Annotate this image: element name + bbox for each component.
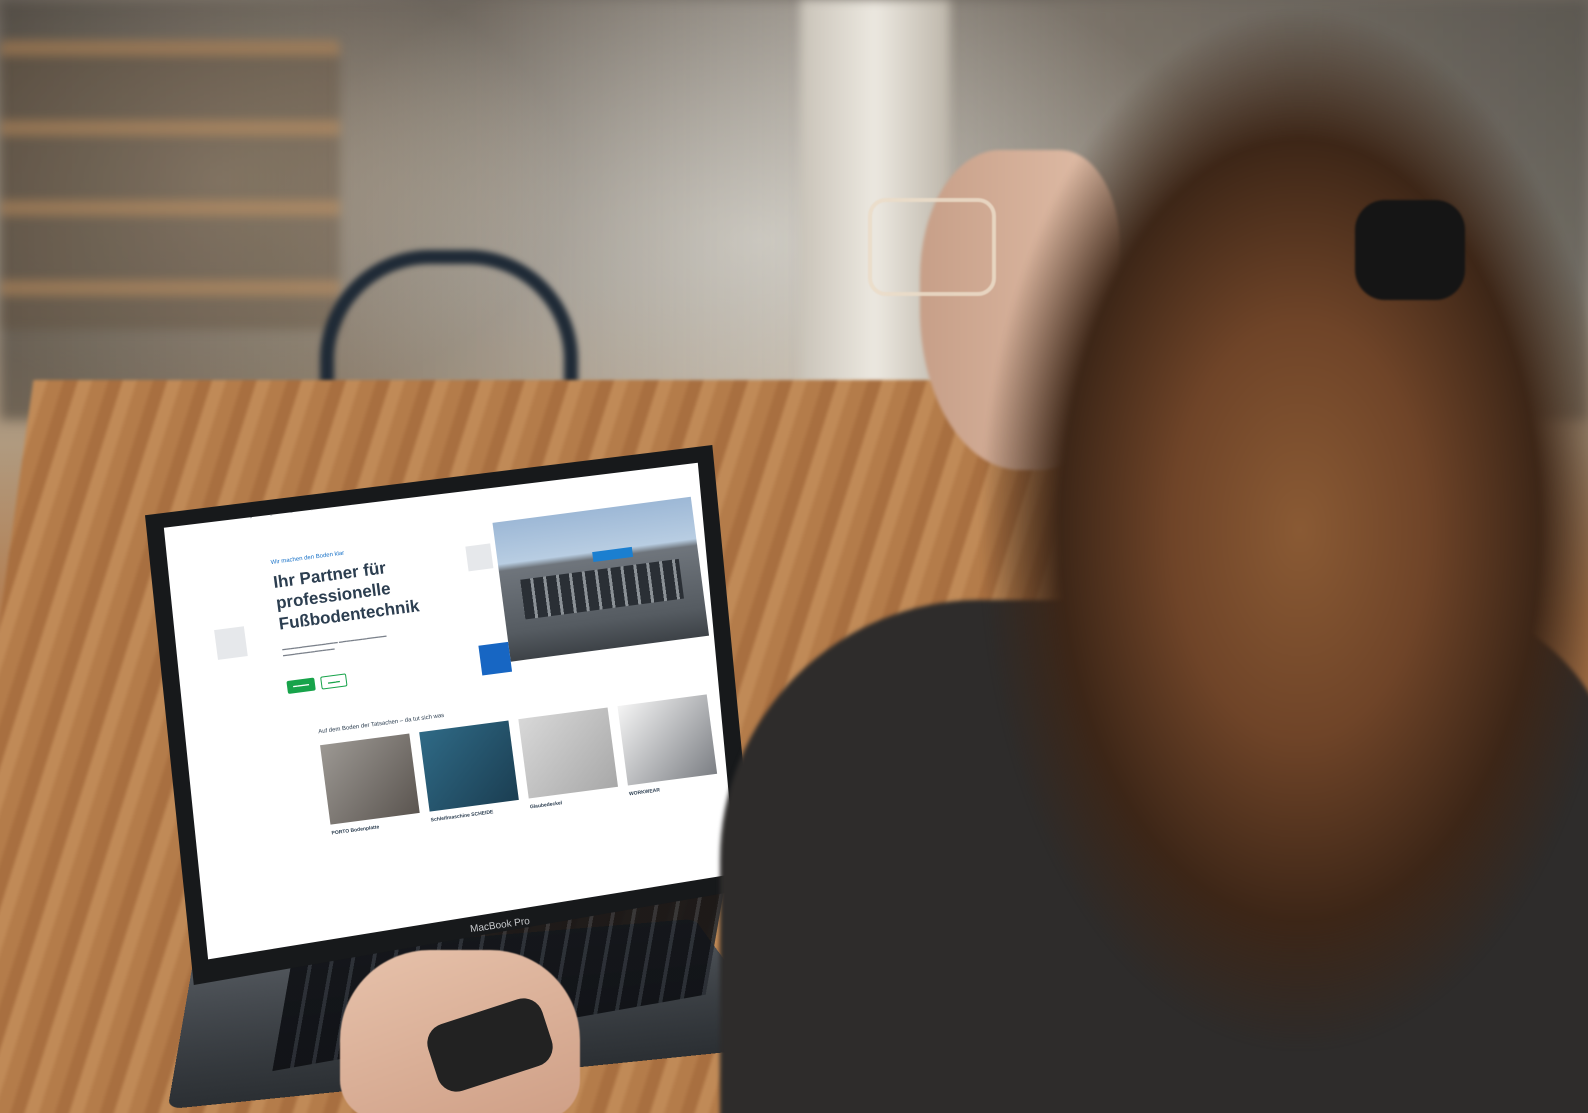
blurred-shelf <box>0 40 340 330</box>
hair-clip <box>1355 200 1465 300</box>
glasses <box>868 198 996 296</box>
person-hair <box>880 10 1588 1110</box>
photo-scene: ■ ■ ■ ■ ■ ■ ■ ■ Wir machen den Boden kla… <box>0 0 1588 1113</box>
